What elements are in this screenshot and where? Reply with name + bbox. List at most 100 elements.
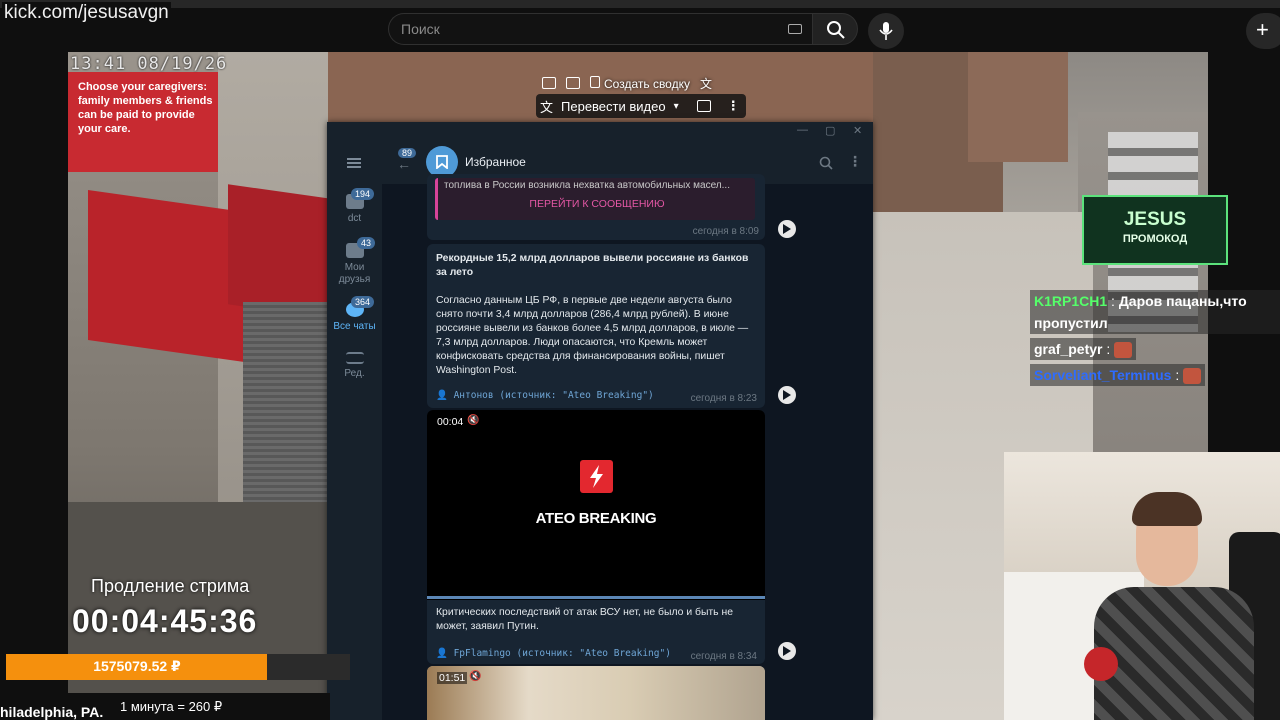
muted-icon[interactable]: 🔇 (467, 415, 479, 426)
microphone-icon (1084, 647, 1118, 681)
caregiver-sign: Choose your caregivers: family members &… (68, 72, 218, 172)
unread-badge: 364 (351, 296, 375, 308)
message-author[interactable]: 👤 Антонов (источник: "Ateo Breaking") (436, 390, 654, 401)
building-right (968, 52, 1068, 162)
quote-text: топлива в России возникла нехватка автом… (444, 180, 730, 191)
summary-label: Создать сводку (604, 76, 690, 91)
camera-location: hiladelphia, PA. (0, 704, 104, 720)
chat-username: Sorveliant_Terminus (1034, 367, 1172, 383)
mic-icon (879, 22, 893, 40)
promo-subtitle: ПРОМОКОД (1122, 233, 1188, 245)
video-duration: 01:51 (437, 672, 468, 684)
search-icon (827, 21, 845, 39)
streamer-webcam (1004, 452, 1280, 720)
search-placeholder: Поиск (401, 21, 440, 37)
folder-edit[interactable]: Ред. (327, 352, 382, 379)
share-button[interactable] (778, 642, 796, 660)
url-overlay: kick.com/jesusavgn (2, 2, 171, 24)
search-icon[interactable] (819, 156, 833, 170)
message-author[interactable]: 👤 FpFlamingo (источник: "Ateo Breaking") (436, 648, 671, 659)
message-time: сегодня в 8:23 (690, 393, 757, 404)
folder-label: Ред. (344, 368, 365, 379)
video-duration: 00:04 (437, 416, 464, 428)
extend-stream-label: Продление стрима (91, 576, 250, 596)
translate-video-button[interactable]: 文 Перевести видео ▾ ⋮ (536, 94, 746, 118)
voice-search-button[interactable] (868, 13, 904, 49)
toolbar-row: Создать сводку 文 (542, 72, 712, 94)
chat-username: K1RP1CH1 (1034, 293, 1108, 309)
folder-dct[interactable]: 194 dct (327, 188, 382, 224)
minimize-button[interactable]: — (797, 124, 808, 136)
chat-username: graf_petyr (1034, 341, 1103, 357)
window-titlebar: — ▢ ✕ (327, 122, 873, 142)
author-label: Антонов (источник: "Ateo Breaking") (453, 390, 654, 401)
camera-timestamp: 13:41 08/19/26 (70, 54, 228, 74)
unread-count-badge: 89 (398, 148, 417, 158)
share-arrow-icon (783, 646, 791, 656)
message-bubble[interactable]: 00:04 🔇 ATEO BREAKING Критических послед… (427, 410, 765, 664)
maximize-button[interactable]: ▢ (825, 124, 835, 137)
lightning-icon (590, 465, 603, 488)
back-arrow-icon[interactable]: ← (397, 156, 411, 172)
summary-button[interactable]: Создать сводку (590, 75, 690, 91)
video-progress-bar[interactable] (427, 596, 765, 599)
folder-friends[interactable]: 43 Мои друзья (327, 237, 382, 286)
red-awning (228, 184, 338, 320)
donation-amount: 1575079.52 ₽ (93, 658, 181, 674)
share-button[interactable] (778, 386, 796, 404)
streamer-body (1094, 587, 1254, 720)
reply-quote: топлива в России возникла нехватка автом… (435, 178, 755, 220)
emote-icon (1183, 368, 1202, 385)
sign-text: Choose your caregivers: family members &… (78, 81, 213, 135)
tab-strip (0, 0, 1280, 8)
promo-banner[interactable]: JESUS ПРОМОКОД (1082, 195, 1228, 265)
folder-sidebar: 194 dct 43 Мои друзья 364 Все чаты Ред. (327, 142, 382, 720)
folder-all-chats[interactable]: 364 Все чаты (327, 296, 382, 332)
video-icon[interactable] (566, 77, 580, 89)
translate-video-label: Перевести видео (561, 98, 666, 114)
message-bubble[interactable]: 01:51 🔇 (427, 666, 765, 720)
unread-badge: 194 (351, 188, 375, 200)
more-icon[interactable]: ⋮ (848, 153, 862, 170)
donation-rate: 1 минута = 260 ₽ (120, 699, 223, 714)
author-label: FpFlamingo (источник: "Ateo Breaking") (453, 648, 671, 659)
translate-text-icon[interactable]: 文 (700, 75, 712, 92)
message-title: Рекордные 15,2 млрд долларов вывели росс… (436, 253, 749, 278)
chat-title[interactable]: Избранное (465, 155, 526, 169)
extend-timer: 00:04:45:36 (72, 603, 258, 639)
stream-chat-overlay: K1RP1CH1 : Даров пацаны,что пропустил gr… (1030, 290, 1280, 390)
create-button[interactable]: + (1246, 13, 1280, 49)
streamer-hair (1132, 492, 1202, 526)
keyboard-icon[interactable] (788, 24, 802, 34)
search-button[interactable] (812, 13, 858, 45)
share-arrow-icon (783, 390, 791, 400)
search-input[interactable]: Поиск (388, 13, 816, 45)
sliders-icon (345, 352, 364, 364)
screenshot-icon[interactable] (542, 77, 556, 89)
translate-icon: 文 (540, 99, 554, 115)
share-arrow-icon (783, 224, 791, 234)
donation-progress-bar: 1575079.52 ₽ (6, 654, 350, 680)
share-button[interactable] (778, 220, 796, 238)
streamer (1094, 492, 1254, 720)
message-bubble[interactable]: топлива в России возникла нехватка автом… (427, 174, 765, 240)
muted-icon[interactable]: 🔇 (469, 671, 481, 682)
summary-icon (590, 75, 600, 88)
menu-icon[interactable] (347, 158, 361, 168)
more-icon[interactable]: ⋮ (727, 98, 740, 114)
chat-message: graf_petyr : (1030, 338, 1137, 360)
chevron-down-icon[interactable]: ▾ (674, 101, 679, 112)
close-button[interactable]: ✕ (853, 124, 862, 137)
folder-label: dct (347, 213, 362, 224)
video-player[interactable]: 00:04 🔇 ATEO BREAKING (427, 410, 765, 600)
folder-label: Все чаты (333, 321, 376, 332)
telegram-window: — ▢ ✕ 194 dct 43 Мои друзья 364 Все чаты… (327, 122, 873, 720)
message-time: сегодня в 8:09 (692, 226, 759, 237)
goto-message-button[interactable]: ПЕРЕЙТИ К СООБЩЕНИЮ (438, 198, 756, 210)
video-brand: ATEO BREAKING (535, 510, 657, 527)
message-body: Критических последствий от атак ВСУ нет,… (436, 607, 734, 632)
subtitles-icon[interactable] (696, 100, 711, 112)
message-time: сегодня в 8:34 (690, 651, 757, 662)
message-list[interactable]: топлива в России возникла нехватка автом… (382, 174, 873, 720)
message-bubble[interactable]: Рекордные 15,2 млрд долларов вывели росс… (427, 244, 765, 408)
